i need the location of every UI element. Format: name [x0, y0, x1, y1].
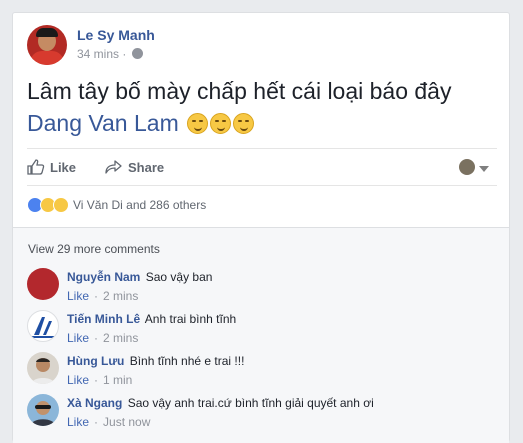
author-avatar[interactable]	[27, 25, 67, 65]
globe-icon	[131, 48, 143, 59]
smirk-emoji-icon	[210, 113, 232, 134]
comment-actions: Like · Just now	[67, 415, 150, 429]
comment-item: Nguyễn Nam Sao vậy ban Like · 2 mins	[27, 268, 487, 308]
comment-time[interactable]: 2 mins	[103, 331, 138, 345]
commenter-avatar[interactable]	[27, 352, 59, 384]
commenter-name[interactable]: Nguyễn Nam	[67, 270, 140, 284]
comment-actions: Like · 2 mins	[67, 331, 138, 345]
commenter-name[interactable]: Xà Ngang	[67, 396, 122, 410]
comment-text: Bình tĩnh nhé e trai !!!	[129, 354, 245, 368]
post-text-line: Lâm tây bố mày chấp hết cái loại báo đây	[27, 78, 452, 104]
comment-separator: ·	[94, 415, 99, 429]
comment-text: Sao vậy anh trai.cứ bình tĩnh giải quyết…	[127, 396, 374, 410]
smirk-emoji-icon	[233, 113, 255, 134]
comment-body: Tiến Minh Lê Anh trai bình tĩnh	[67, 312, 236, 326]
chevron-down-icon[interactable]	[479, 166, 489, 172]
post-card: Le Sy Manh 34 mins · Lâm tây bố mày chấp…	[12, 12, 510, 443]
commenter-avatar[interactable]	[27, 268, 59, 300]
tagged-user-link[interactable]: Dang Van Lam	[27, 110, 179, 136]
comment-separator: ·	[94, 289, 99, 303]
reactions-text[interactable]: Vi Văn Di and 286 others	[73, 198, 206, 212]
post-meta: 34 mins ·	[77, 47, 143, 61]
commenter-avatar[interactable]	[27, 310, 59, 342]
comment-actions: Like · 1 min	[67, 373, 132, 387]
post-text-line-2: Dang Van Lam	[27, 107, 497, 139]
comment-like-button[interactable]: Like	[67, 415, 89, 429]
smirk-emoji-icon	[187, 113, 209, 134]
comment-like-button[interactable]: Like	[67, 331, 89, 345]
comment-body: Xà Ngang Sao vậy anh trai.cứ bình tĩnh g…	[67, 396, 374, 410]
share-button[interactable]: Share	[105, 159, 164, 175]
comment-separator: ·	[94, 373, 99, 387]
comments-section: View 29 more comments Nguyễn Nam Sao vậy…	[13, 227, 509, 443]
comment-like-button[interactable]: Like	[67, 373, 89, 387]
author-name[interactable]: Le Sy Manh	[77, 27, 155, 43]
comment-actions: Like · 2 mins	[67, 289, 138, 303]
meta-separator: ·	[122, 47, 127, 61]
thumbs-up-icon	[27, 159, 45, 175]
action-bar: Like Share	[27, 148, 497, 186]
haha-reaction-icon	[53, 197, 69, 213]
like-label: Like	[50, 160, 77, 175]
comment-separator: ·	[94, 331, 99, 345]
comment-time[interactable]: Just now	[103, 415, 150, 429]
comment-text: Sao vậy ban	[145, 270, 213, 284]
comment-body: Hùng Lưu Bình tĩnh nhé e trai !!!	[67, 354, 244, 368]
comment-text: Anh trai bình tĩnh	[144, 312, 237, 326]
post-text: Lâm tây bố mày chấp hết cái loại báo đây…	[27, 75, 497, 139]
commenter-name[interactable]: Tiến Minh Lê	[67, 312, 140, 326]
comment-item: Hùng Lưu Bình tĩnh nhé e trai !!! Like · 1…	[27, 352, 487, 392]
comment-item: Tiến Minh Lê Anh trai bình tĩnh Like · 2 m…	[27, 310, 487, 350]
share-arrow-icon	[105, 160, 122, 174]
post-time[interactable]: 34 mins	[77, 47, 119, 61]
comment-time[interactable]: 1 min	[103, 373, 132, 387]
like-button[interactable]: Like	[27, 159, 76, 175]
comment-time[interactable]: 2 mins	[103, 289, 138, 303]
commenter-avatar[interactable]	[27, 394, 59, 426]
comment-item: Xà Ngang Sao vậy anh trai.cứ bình tĩnh g…	[27, 394, 487, 434]
comment-like-button[interactable]: Like	[67, 289, 89, 303]
view-more-comments-link[interactable]: View 29 more comments	[28, 242, 160, 256]
comment-body: Nguyễn Nam Sao vậy ban	[67, 270, 212, 284]
share-label: Share	[128, 160, 165, 175]
audience-selector-avatar[interactable]	[459, 159, 475, 175]
commenter-name[interactable]: Hùng Lưu	[67, 354, 124, 368]
